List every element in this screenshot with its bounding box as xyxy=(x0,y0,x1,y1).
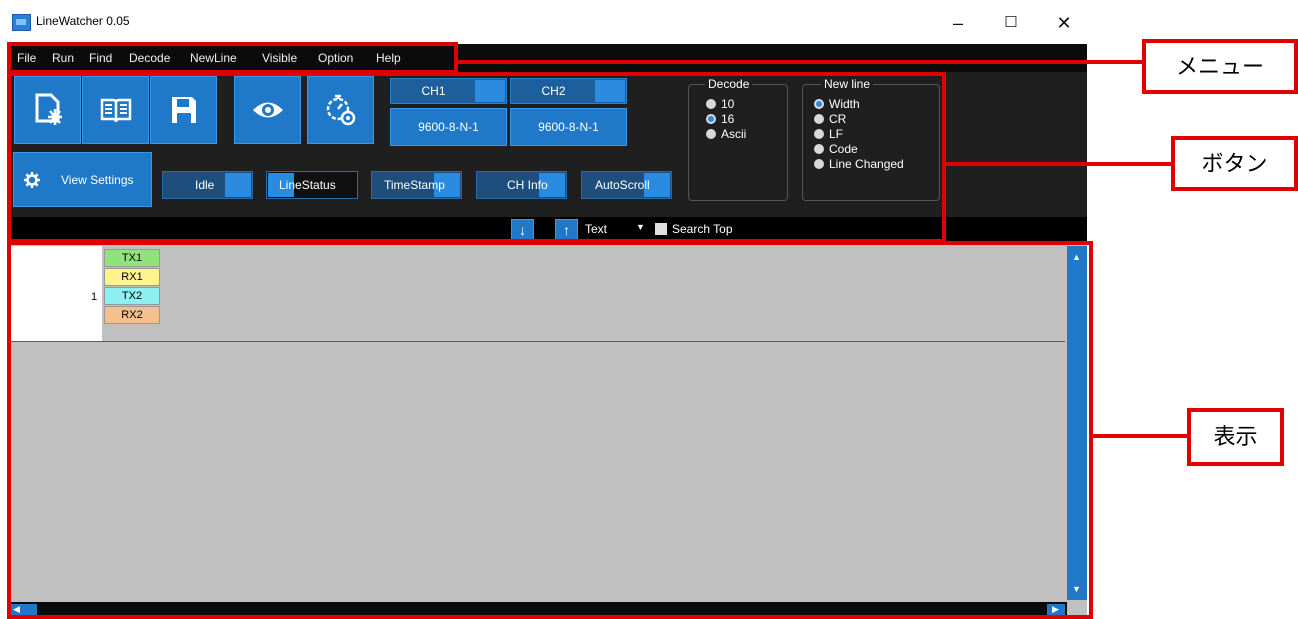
minimize-button[interactable]: – xyxy=(935,8,981,38)
buttons-connector-line xyxy=(944,162,1172,166)
menu-annotation: メニュー xyxy=(1142,39,1298,94)
buttons-highlight-frame xyxy=(7,72,946,243)
display-annotation: 表示 xyxy=(1187,408,1284,466)
menu-connector-line xyxy=(456,60,1142,64)
window-title: LineWatcher 0.05 xyxy=(36,14,130,28)
maximize-button[interactable]: ☐ xyxy=(988,8,1034,38)
menu-highlight-frame xyxy=(7,42,458,74)
buttons-annotation: ボタン xyxy=(1171,136,1298,191)
app-icon xyxy=(12,14,31,31)
title-bar: LineWatcher 0.05 – ☐ ✕ xyxy=(0,0,1087,44)
display-connector-line xyxy=(1091,434,1189,438)
close-button[interactable]: ✕ xyxy=(1041,8,1087,38)
display-highlight-frame xyxy=(7,241,1093,619)
